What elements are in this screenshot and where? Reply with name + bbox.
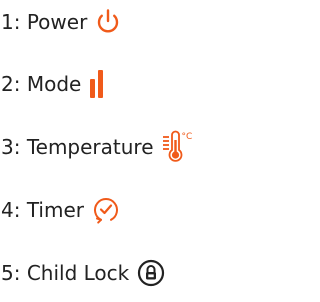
legend-item-power: 1: Power bbox=[1, 2, 121, 42]
legend-item-label: 1: Power bbox=[1, 10, 88, 34]
legend-item-label: 4: Timer bbox=[1, 198, 84, 222]
button-legend: 1: Power 2: Mode 3: Temperature °C 4: Ti… bbox=[0, 0, 251, 302]
legend-item-label: 5: Child Lock bbox=[1, 261, 130, 285]
legend-item-child-lock: 5: Child Lock bbox=[1, 253, 165, 293]
legend-item-label: 2: Mode bbox=[1, 72, 82, 96]
timer-icon bbox=[92, 195, 120, 225]
mode-bars-icon bbox=[89, 69, 105, 99]
legend-item-label: 3: Temperature bbox=[1, 135, 154, 159]
power-icon bbox=[95, 8, 121, 36]
legend-item-timer: 4: Timer bbox=[1, 190, 120, 230]
legend-item-mode: 2: Mode bbox=[1, 64, 105, 104]
child-lock-icon bbox=[137, 259, 165, 287]
legend-item-temperature: 3: Temperature °C bbox=[1, 127, 192, 167]
celsius-unit: °C bbox=[181, 132, 193, 142]
